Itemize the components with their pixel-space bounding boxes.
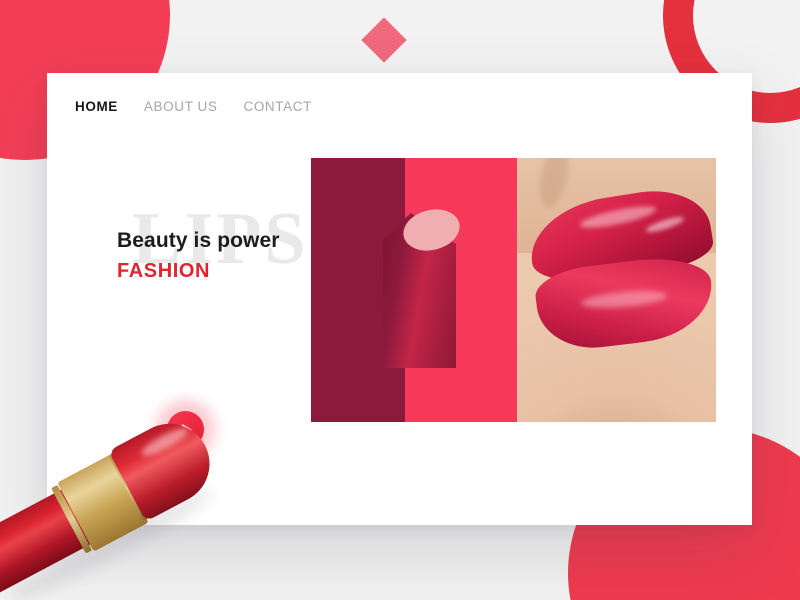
decor-diamond xyxy=(361,17,407,63)
main-navigation: HOME ABOUT US CONTACT xyxy=(75,99,312,114)
nav-item-about-us[interactable]: ABOUT US xyxy=(144,99,218,114)
hero-lips-photo xyxy=(517,158,716,422)
nav-item-home[interactable]: HOME xyxy=(75,99,118,114)
hero-image xyxy=(311,158,716,422)
nav-item-contact[interactable]: CONTACT xyxy=(243,99,311,114)
